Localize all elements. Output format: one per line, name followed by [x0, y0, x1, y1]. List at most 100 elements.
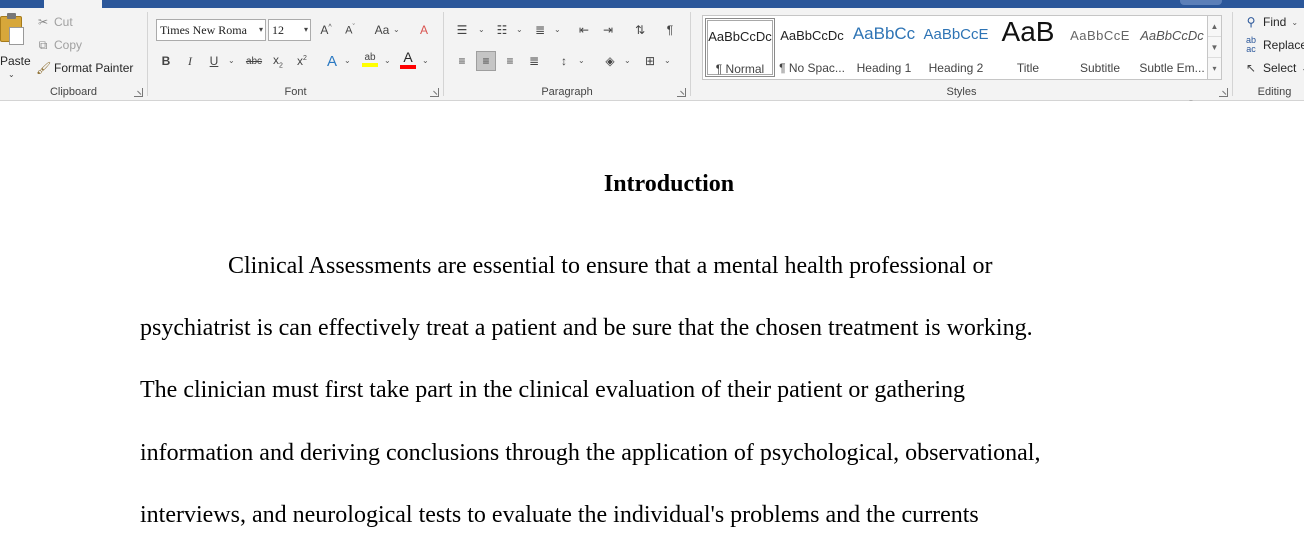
decrease-indent-icon: ⇤ [578, 23, 590, 37]
chevron-down-icon[interactable]: ⌄ [8, 70, 15, 79]
shrink-font-button[interactable]: Aˇ [340, 20, 360, 40]
sort-icon: ⇅ [634, 23, 646, 37]
paste-icon [0, 13, 24, 45]
paragraph-dialog-launcher-icon[interactable] [677, 88, 686, 97]
chevron-down-icon[interactable]: ⌄ [393, 25, 400, 34]
font-color-icon: A [403, 49, 413, 65]
document-line[interactable]: Clinical Assessments are essential to en… [228, 253, 992, 280]
chevron-down-icon[interactable]: ▾ [304, 20, 308, 40]
numbered-list-icon: ☷ [496, 23, 508, 37]
borders-button[interactable]: ⊞ [640, 51, 660, 71]
format-painter-label: Format Painter [54, 61, 134, 75]
numbering-button[interactable]: ☷ [492, 20, 512, 40]
subscript-button[interactable]: x2 [268, 51, 288, 71]
underline-icon: U [209, 54, 219, 68]
line-spacing-button[interactable]: ↕ [554, 51, 574, 71]
font-group-label: Font [284, 86, 307, 98]
styles-dialog-launcher-icon[interactable] [1219, 88, 1228, 97]
change-case-button[interactable]: Aa [370, 20, 394, 40]
align-left-button[interactable]: ≡ [452, 51, 472, 71]
cut-button[interactable]: ✂ Cut [36, 13, 73, 31]
document-heading[interactable]: Introduction [0, 171, 1304, 198]
document-line[interactable]: information and deriving conclusions thr… [140, 440, 1040, 467]
bullet-list-icon: ☰ [456, 23, 468, 37]
editing-group-label: Editing [1257, 86, 1292, 98]
italic-icon: I [188, 53, 192, 68]
cut-label: Cut [54, 15, 73, 29]
font-name-combo[interactable]: Times New Roma ▾ [156, 19, 266, 41]
underline-button[interactable]: U [204, 51, 224, 71]
bullets-button[interactable]: ☰ [452, 20, 472, 40]
strikethrough-button[interactable]: abc [242, 51, 266, 71]
highlight-button[interactable]: ab [360, 49, 380, 69]
decrease-indent-button[interactable]: ⇤ [574, 20, 594, 40]
paragraph-group: ☰ ⌄ ☷ ⌄ ≣ ⌄ ⇤ ⇥ ⇅ ¶ ≡ ≡ ≡ ≣ ↕ ⌄ ◈ ⌄ ⊞ ⌄ … [444, 8, 690, 101]
format-painter-button[interactable]: 🖌 Format Painter [36, 59, 133, 77]
multilevel-list-icon: ≣ [534, 23, 546, 37]
line-spacing-icon: ↕ [561, 54, 567, 68]
italic-button[interactable]: I [180, 51, 200, 71]
chevron-down-icon[interactable]: ⌄ [344, 56, 351, 65]
increase-indent-button[interactable]: ⇥ [598, 20, 618, 40]
clipboard-dialog-launcher-icon[interactable] [134, 88, 143, 97]
bold-button[interactable]: B [156, 51, 176, 71]
strikethrough-icon: abc [245, 55, 263, 67]
text-effects-button[interactable]: A [322, 51, 342, 71]
document-line[interactable]: interviews, and neurological tests to ev… [140, 502, 979, 529]
document-page[interactable]: Introduction Clinical Assessments are es… [0, 101, 1304, 544]
borders-icon: ⊞ [644, 54, 656, 68]
editing-group: Editing [1233, 8, 1304, 101]
sort-button[interactable]: ⇅ [630, 20, 650, 40]
align-left-icon: ≡ [458, 54, 466, 68]
font-size-combo[interactable]: 12 ▾ [268, 19, 311, 41]
document-line[interactable]: The clinician must first take part in th… [140, 377, 965, 404]
paste-button[interactable]: Paste ⌄ [0, 12, 31, 82]
text-effects-icon: A [326, 52, 337, 70]
active-ribbon-tab[interactable] [44, 0, 102, 8]
chevron-down-icon[interactable]: ⌄ [554, 25, 561, 34]
account-area[interactable] [1180, 0, 1222, 5]
clipboard-group: Paste ⌄ ✂ Cut ⧉ Copy 🖌 Format Painter Cl… [0, 8, 147, 101]
styles-group-label: Styles [946, 86, 977, 98]
font-color-swatch [400, 65, 416, 69]
chevron-down-icon[interactable]: ⌄ [664, 56, 671, 65]
eraser-icon: A [419, 23, 428, 37]
document-line[interactable]: psychiatrist is can effectively treat a … [140, 315, 1033, 342]
chevron-down-icon[interactable]: ⌄ [384, 56, 391, 65]
copy-button[interactable]: ⧉ Copy [36, 36, 82, 54]
chevron-down-icon[interactable]: ⌄ [478, 25, 485, 34]
show-formatting-button[interactable]: ¶ [660, 20, 680, 40]
chevron-down-icon[interactable]: ⌄ [516, 25, 523, 34]
superscript-button[interactable]: x2 [292, 51, 312, 71]
copy-label: Copy [54, 38, 83, 52]
font-dialog-launcher-icon[interactable] [430, 88, 439, 97]
center-button[interactable]: ≡ [476, 51, 496, 71]
subscript-icon: x2 [273, 52, 283, 70]
ribbon: Paste ⌄ ✂ Cut ⧉ Copy 🖌 Format Painter Cl… [0, 8, 1304, 101]
increase-indent-icon: ⇥ [602, 23, 614, 37]
font-color-button[interactable]: A [398, 49, 418, 69]
justify-button[interactable]: ≣ [524, 51, 544, 71]
chevron-down-icon[interactable]: ⌄ [228, 56, 235, 65]
chevron-down-icon[interactable]: ▾ [259, 20, 263, 40]
pilcrow-icon: ¶ [666, 23, 674, 37]
multilevel-list-button[interactable]: ≣ [530, 20, 550, 40]
change-case-icon: Aa [374, 23, 390, 37]
clear-formatting-button[interactable]: A [414, 20, 434, 40]
highlight-color-swatch [362, 62, 378, 67]
copy-icon: ⧉ [38, 38, 48, 52]
justify-icon: ≣ [528, 54, 540, 68]
shading-button[interactable]: ◈ [600, 51, 620, 71]
align-right-icon: ≡ [506, 54, 514, 68]
highlighter-icon: ab [364, 51, 376, 63]
styles-group: Styles [691, 8, 1232, 101]
align-right-button[interactable]: ≡ [500, 51, 520, 71]
grow-font-button[interactable]: A^ [316, 20, 336, 40]
paragraph-group-label: Paragraph [541, 86, 593, 98]
chevron-down-icon[interactable]: ⌄ [578, 56, 585, 65]
chevron-down-icon[interactable]: ⌄ [624, 56, 631, 65]
font-group: Times New Roma ▾ 12 ▾ A^ Aˇ Aa ⌄ A B I U… [148, 8, 443, 101]
paint-bucket-icon: ◈ [605, 54, 615, 68]
chevron-down-icon[interactable]: ⌄ [422, 56, 429, 65]
font-size-value: 12 [272, 23, 284, 37]
